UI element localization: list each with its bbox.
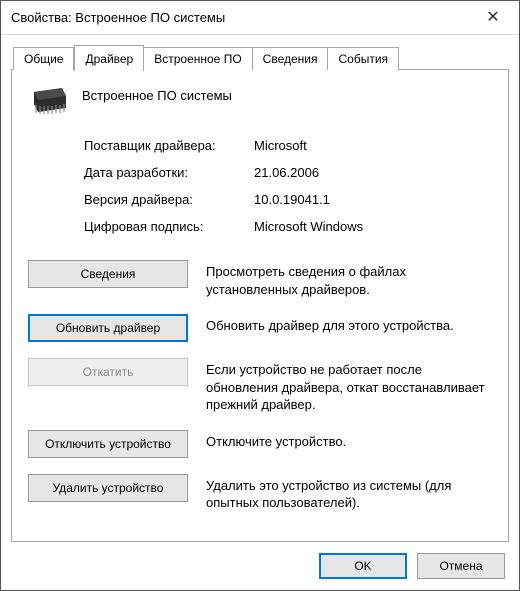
ok-button[interactable]: OK	[319, 553, 407, 579]
tab-driver[interactable]: Драйвер	[74, 45, 144, 71]
version-value: 10.0.19041.1	[254, 192, 492, 207]
date-value: 21.06.2006	[254, 165, 492, 180]
chip-icon	[28, 86, 68, 116]
disable-device-desc: Отключите устройство.	[206, 430, 492, 451]
tab-strip: Общие Драйвер Встроенное ПО Сведения Соб…	[11, 45, 509, 70]
tab-events[interactable]: События	[328, 47, 399, 70]
signer-label: Цифровая подпись:	[84, 219, 254, 234]
rollback-driver-button: Откатить	[28, 358, 188, 386]
cancel-button[interactable]: Отмена	[417, 553, 505, 579]
device-name: Встроенное ПО системы	[82, 86, 232, 103]
disable-device-button[interactable]: Отключить устройство	[28, 430, 188, 458]
uninstall-device-button[interactable]: Удалить устройство	[28, 474, 188, 502]
driver-details-desc: Просмотреть сведения о файлах установлен…	[206, 260, 492, 298]
tab-firmware[interactable]: Встроенное ПО	[144, 47, 252, 70]
version-label: Версия драйвера:	[84, 192, 254, 207]
device-header: Встроенное ПО системы	[28, 86, 492, 116]
update-driver-button[interactable]: Обновить драйвер	[28, 314, 188, 342]
signer-value: Microsoft Windows	[254, 219, 492, 234]
titlebar: Свойства: Встроенное ПО системы ✕	[1, 1, 519, 35]
window-title: Свойства: Встроенное ПО системы	[11, 10, 473, 25]
tab-general[interactable]: Общие	[13, 47, 74, 70]
tab-details[interactable]: Сведения	[253, 47, 329, 70]
properties-window: Свойства: Встроенное ПО системы ✕ Общие …	[0, 0, 520, 591]
driver-info: Поставщик драйвера: Microsoft Дата разра…	[84, 138, 492, 234]
tab-panel-driver: Встроенное ПО системы Поставщик драйвера…	[11, 69, 509, 542]
provider-label: Поставщик драйвера:	[84, 138, 254, 153]
close-icon[interactable]: ✕	[473, 1, 513, 35]
update-driver-desc: Обновить драйвер для этого устройства.	[206, 314, 492, 335]
driver-details-button[interactable]: Сведения	[28, 260, 188, 288]
rollback-driver-desc: Если устройство не работает после обновл…	[206, 358, 492, 414]
uninstall-device-desc: Удалить это устройство из системы (для о…	[206, 474, 492, 512]
date-label: Дата разработки:	[84, 165, 254, 180]
content-area: Общие Драйвер Встроенное ПО Сведения Соб…	[1, 35, 519, 542]
dialog-footer: OK Отмена	[1, 542, 519, 590]
provider-value: Microsoft	[254, 138, 492, 153]
